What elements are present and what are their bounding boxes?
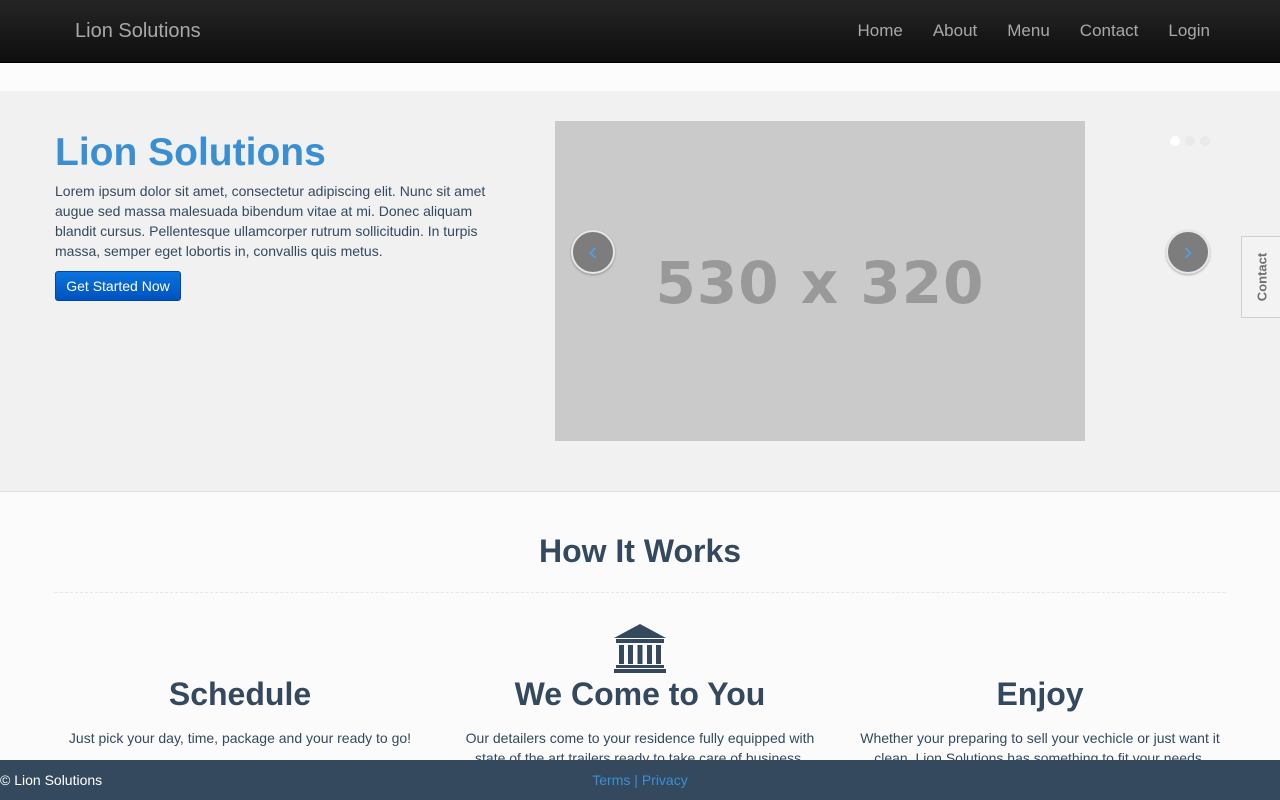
privacy-link[interactable]: Privacy bbox=[642, 772, 688, 788]
step-enjoy: Enjoy Whether your preparing to sell you… bbox=[850, 676, 1230, 768]
hero-title: Lion Solutions bbox=[55, 131, 326, 174]
carousel-prev-button[interactable]: ‹ bbox=[571, 230, 615, 274]
carousel-slide-image: 530 x 320 bbox=[555, 121, 1085, 441]
get-started-button[interactable]: Get Started Now bbox=[55, 271, 181, 301]
nav-about[interactable]: About bbox=[933, 21, 977, 41]
contact-tab-label: Contact bbox=[1254, 252, 1269, 302]
placeholder-size-label: 530 x 320 bbox=[655, 249, 985, 317]
carousel-dot-1[interactable] bbox=[1170, 136, 1180, 146]
nav-menu[interactable]: Menu bbox=[1007, 21, 1050, 41]
carousel-indicators bbox=[1170, 136, 1215, 146]
link-separator: | bbox=[634, 772, 638, 788]
footer: © Lion Solutions Terms | Privacy bbox=[0, 760, 1280, 800]
step-schedule: Schedule Just pick your day, time, packa… bbox=[50, 676, 430, 748]
terms-link[interactable]: Terms bbox=[592, 772, 630, 788]
contact-side-tab[interactable]: Contact bbox=[1241, 236, 1280, 318]
nav-home[interactable]: Home bbox=[857, 21, 902, 41]
main-nav: Home About Menu Contact Login bbox=[827, 0, 1210, 62]
carousel-dot-3[interactable] bbox=[1200, 136, 1210, 146]
chevron-left-icon: ‹ bbox=[588, 236, 598, 266]
step-text: Just pick your day, time, package and yo… bbox=[68, 730, 412, 746]
step-title: Schedule bbox=[168, 676, 312, 712]
header-spacer bbox=[0, 63, 1280, 91]
step-title: We Come to You bbox=[514, 676, 766, 712]
how-it-works-title: How It Works bbox=[538, 533, 742, 569]
bank-icon bbox=[614, 624, 666, 673]
nav-login[interactable]: Login bbox=[1168, 21, 1210, 41]
chevron-right-icon: › bbox=[1183, 236, 1193, 266]
carousel-dot-2[interactable] bbox=[1185, 136, 1195, 146]
navbar: Lion Solutions Home About Menu Contact L… bbox=[0, 0, 1280, 63]
step-we-come-to-you: We Come to You Our detailers come to you… bbox=[450, 676, 830, 768]
footer-links: Terms | Privacy bbox=[0, 772, 1280, 788]
step-title: Enjoy bbox=[996, 676, 1084, 712]
section-divider bbox=[55, 592, 1225, 593]
hero-section: Lion Solutions Lorem ipsum dolor sit ame… bbox=[0, 91, 1280, 492]
hero-description: Lorem ipsum dolor sit amet, consectetur … bbox=[55, 183, 486, 259]
nav-contact[interactable]: Contact bbox=[1080, 21, 1139, 41]
carousel-next-button[interactable]: › bbox=[1166, 230, 1210, 274]
brand-logo[interactable]: Lion Solutions bbox=[75, 20, 201, 43]
